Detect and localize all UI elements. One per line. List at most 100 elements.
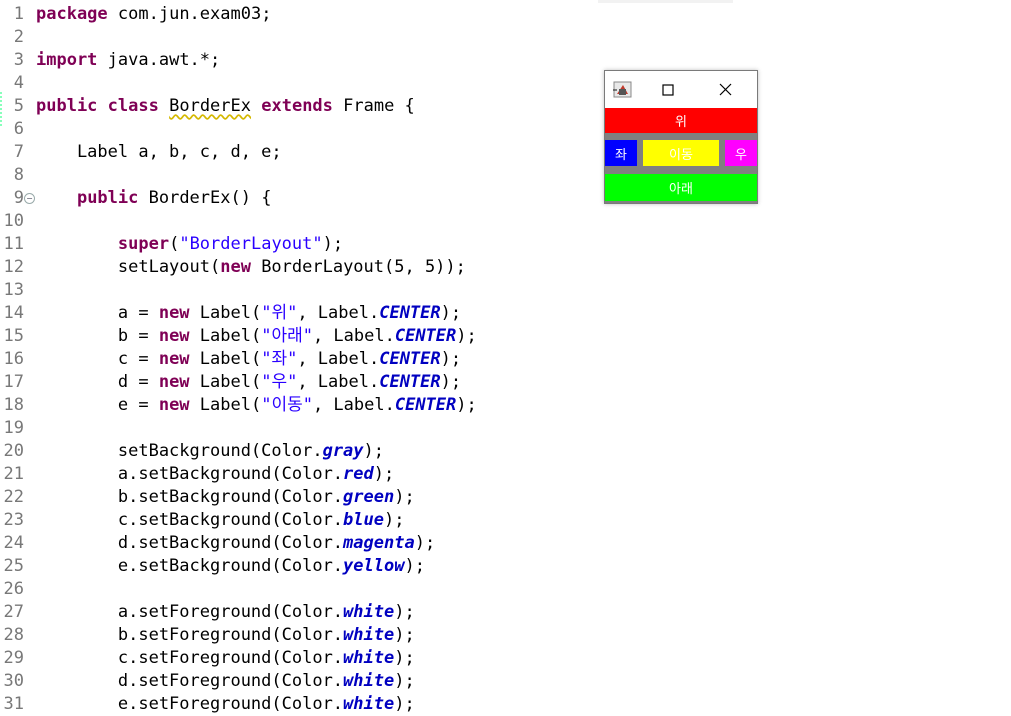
- code-line[interactable]: 8: [0, 164, 600, 187]
- field-token: white: [343, 694, 395, 714]
- code-token: );: [394, 648, 415, 668]
- code-token: d.setForeground(Color.: [36, 671, 344, 691]
- code-line[interactable]: 17 d = new Label("우", Label.CENTER);: [0, 371, 600, 394]
- code-token: );: [394, 487, 415, 507]
- code-line[interactable]: 20 setBackground(Color.gray);: [0, 440, 600, 463]
- code-line[interactable]: 29 c.setForeground(Color.white);: [0, 647, 600, 670]
- code-line[interactable]: 16 c = new Label("좌", Label.CENTER);: [0, 348, 600, 371]
- south-label: 아래: [605, 174, 757, 201]
- code-line[interactable]: 13: [0, 279, 600, 302]
- code-line[interactable]: 2: [0, 26, 600, 49]
- center-label: 이동: [643, 140, 719, 166]
- line-number: 6: [13, 119, 24, 139]
- awt-frame-window[interactable]: 위 좌 이동 우 아래: [604, 70, 758, 204]
- code-token: java.awt.*;: [107, 50, 221, 70]
- code-token: c.setBackground(Color.: [36, 510, 344, 530]
- code-line[interactable]: 25 e.setBackground(Color.yellow);: [0, 555, 600, 578]
- line-number: 12: [3, 257, 24, 277]
- code-line[interactable]: 19: [0, 417, 600, 440]
- code-text: d = new Label("우", Label.CENTER);: [36, 371, 461, 394]
- code-line[interactable]: 6: [0, 118, 600, 141]
- code-text: Label a, b, c, d, e;: [36, 141, 282, 164]
- code-text: b.setForeground(Color.white);: [36, 624, 415, 647]
- code-line[interactable]: 3 import java.awt.*;: [0, 49, 600, 72]
- code-line[interactable]: 5 public class BorderEx extends Frame {: [0, 95, 600, 118]
- code-token: Label(: [189, 372, 262, 392]
- code-line[interactable]: 23 c.setBackground(Color.blue);: [0, 509, 600, 532]
- line-number: 1: [13, 4, 24, 24]
- code-line[interactable]: 22 b.setBackground(Color.green);: [0, 486, 600, 509]
- code-editor[interactable]: 1 package com.jun.exam03; 2 3 import java.aw…: [0, 0, 1011, 714]
- code-token: c.setForeground(Color.: [36, 648, 344, 668]
- field-token: yellow: [343, 556, 405, 576]
- code-token: com.jun.exam03;: [117, 4, 272, 24]
- maximize-icon[interactable]: [653, 75, 683, 105]
- window-titlebar[interactable]: [605, 71, 757, 108]
- line-number: 19: [3, 418, 24, 438]
- close-icon[interactable]: [711, 75, 741, 105]
- code-token: );: [414, 533, 436, 553]
- string-token: "위": [261, 303, 298, 323]
- line-number: 27: [3, 602, 24, 622]
- code-line[interactable]: 12 setLayout(new BorderLayout(5, 5));: [0, 256, 600, 279]
- code-token: , Label.: [297, 372, 380, 392]
- field-token: CENTER: [379, 303, 441, 323]
- line-number: 16: [3, 349, 24, 369]
- code-text: import java.awt.*;: [36, 49, 220, 72]
- line-number: 9: [13, 188, 24, 208]
- code-line[interactable]: 30 d.setForeground(Color.white);: [0, 670, 600, 693]
- code-line[interactable]: 28 b.setForeground(Color.white);: [0, 624, 600, 647]
- code-line[interactable]: 26: [0, 578, 600, 601]
- code-line[interactable]: 1 package com.jun.exam03;: [0, 3, 600, 26]
- border-layout-panel: 위 좌 이동 우 아래: [605, 108, 757, 203]
- code-text: b.setBackground(Color.green);: [36, 486, 415, 509]
- code-token: );: [322, 234, 344, 254]
- code-token: d =: [36, 372, 159, 392]
- line-number: 11: [3, 234, 24, 254]
- code-line[interactable]: 4: [0, 72, 600, 95]
- code-line[interactable]: 9− public BorderEx() {: [0, 187, 600, 210]
- code-line[interactable]: 27 a.setForeground(Color.white);: [0, 601, 600, 624]
- line-number: 25: [3, 556, 24, 576]
- code-line[interactable]: 18 e = new Label("이동", Label.CENTER);: [0, 394, 600, 417]
- code-text: c.setForeground(Color.white);: [36, 647, 415, 670]
- code-token: BorderLayout(5, 5));: [250, 257, 466, 277]
- line-number: 7: [13, 142, 24, 162]
- keyword-token: new: [158, 349, 190, 369]
- keyword-token: import: [36, 50, 98, 70]
- code-token: Label(: [189, 349, 262, 369]
- code-token: a.setBackground(Color.: [36, 464, 344, 484]
- code-line[interactable]: 21 a.setBackground(Color.red);: [0, 463, 600, 486]
- code-text: e = new Label("이동", Label.CENTER);: [36, 394, 477, 417]
- code-text: public BorderEx() {: [36, 187, 271, 210]
- keyword-token: new: [158, 303, 190, 323]
- string-token: "BorderLayout": [179, 234, 323, 254]
- code-token: Frame {: [332, 96, 415, 116]
- code-line[interactable]: 14 a = new Label("위", Label.CENTER);: [0, 302, 600, 325]
- keyword-token: class: [107, 96, 159, 116]
- code-token: BorderEx: [169, 96, 251, 116]
- code-line[interactable]: 15 b = new Label("아래", Label.CENTER);: [0, 325, 600, 348]
- code-text: d.setForeground(Color.white);: [36, 670, 415, 693]
- code-text: a.setBackground(Color.red);: [36, 463, 394, 486]
- keyword-token: new: [158, 326, 190, 346]
- field-token: white: [343, 671, 395, 691]
- field-token: red: [343, 464, 374, 484]
- line-number: 22: [3, 487, 24, 507]
- code-token: b =: [36, 326, 159, 346]
- code-line[interactable]: 10: [0, 210, 600, 233]
- code-line[interactable]: 11 super("BorderLayout");: [0, 233, 600, 256]
- code-token: );: [394, 694, 415, 714]
- fold-toggle-icon[interactable]: −: [24, 193, 35, 204]
- code-text: super("BorderLayout");: [36, 233, 343, 256]
- code-token: );: [440, 349, 462, 369]
- line-number: 8: [13, 165, 24, 185]
- line-number: 2: [13, 27, 24, 47]
- code-line[interactable]: 7 Label a, b, c, d, e;: [0, 141, 600, 164]
- code-token: );: [440, 372, 462, 392]
- code-line[interactable]: 24 d.setBackground(Color.magenta);: [0, 532, 600, 555]
- code-token: e.setForeground(Color.: [36, 694, 344, 714]
- code-text: a = new Label("위", Label.CENTER);: [36, 302, 461, 325]
- code-token: );: [394, 602, 415, 622]
- code-token: b.setForeground(Color.: [36, 625, 344, 645]
